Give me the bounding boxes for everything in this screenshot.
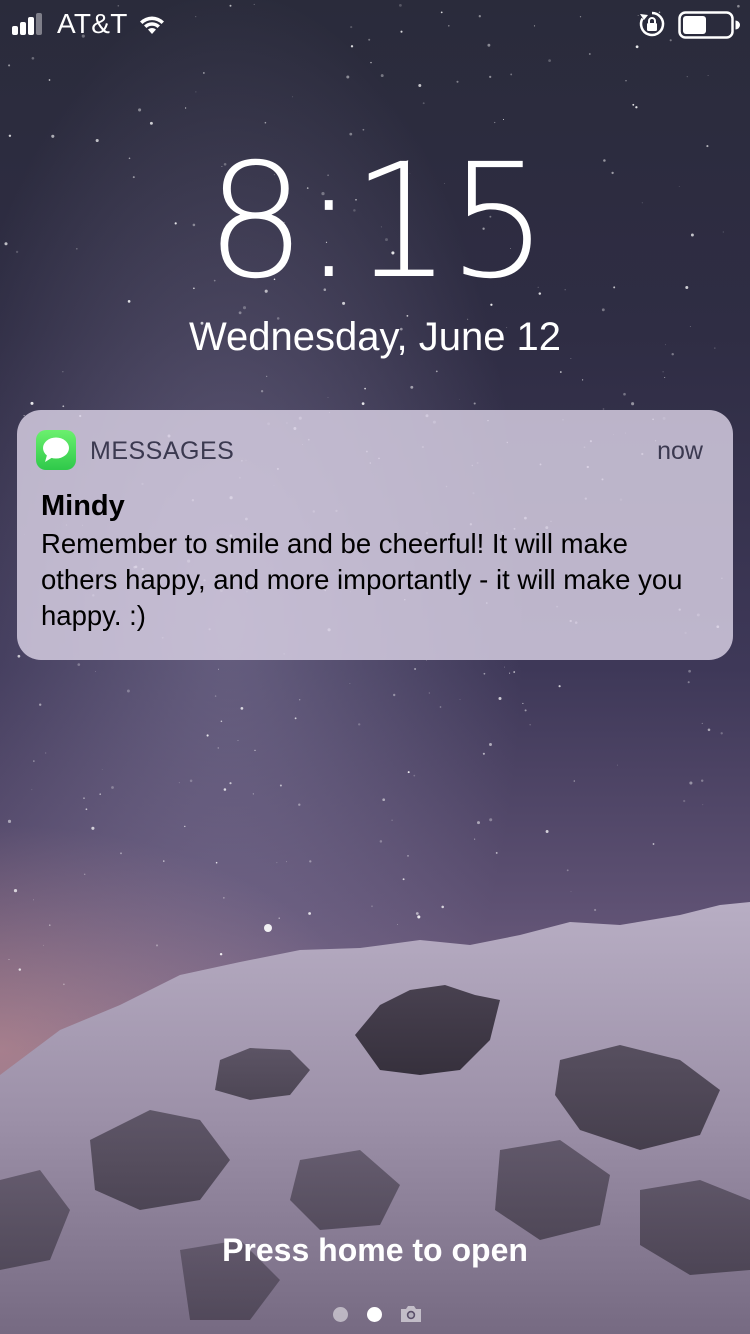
lock-screen-date: Wednesday, June 12 — [188, 315, 562, 359]
messages-icon — [36, 430, 76, 470]
notification-message: Remember to smile and be cheerful! It wi… — [41, 528, 683, 631]
carrier-label: AT&T — [57, 8, 128, 39]
page-dot — [333, 1307, 348, 1322]
notification-time: now — [657, 437, 703, 465]
battery-icon — [678, 11, 740, 39]
wifi-icon — [140, 16, 164, 34]
page-dot-current — [367, 1307, 382, 1322]
unlock-hint: Press home to open — [222, 1232, 528, 1268]
status-bar: AT&T — [0, 0, 750, 48]
lock-screen-clock: 8:15 — [205, 130, 549, 314]
message-notification[interactable]: MESSAGES now Mindy Remember to smile and… — [17, 410, 733, 660]
signal-icon — [12, 13, 42, 35]
notification-app-name: MESSAGES — [90, 437, 235, 465]
camera-icon[interactable] — [399, 1304, 423, 1324]
page-indicator[interactable] — [330, 1302, 430, 1326]
rotation-lock-icon — [639, 11, 665, 37]
notification-sender: Mindy — [41, 490, 125, 522]
